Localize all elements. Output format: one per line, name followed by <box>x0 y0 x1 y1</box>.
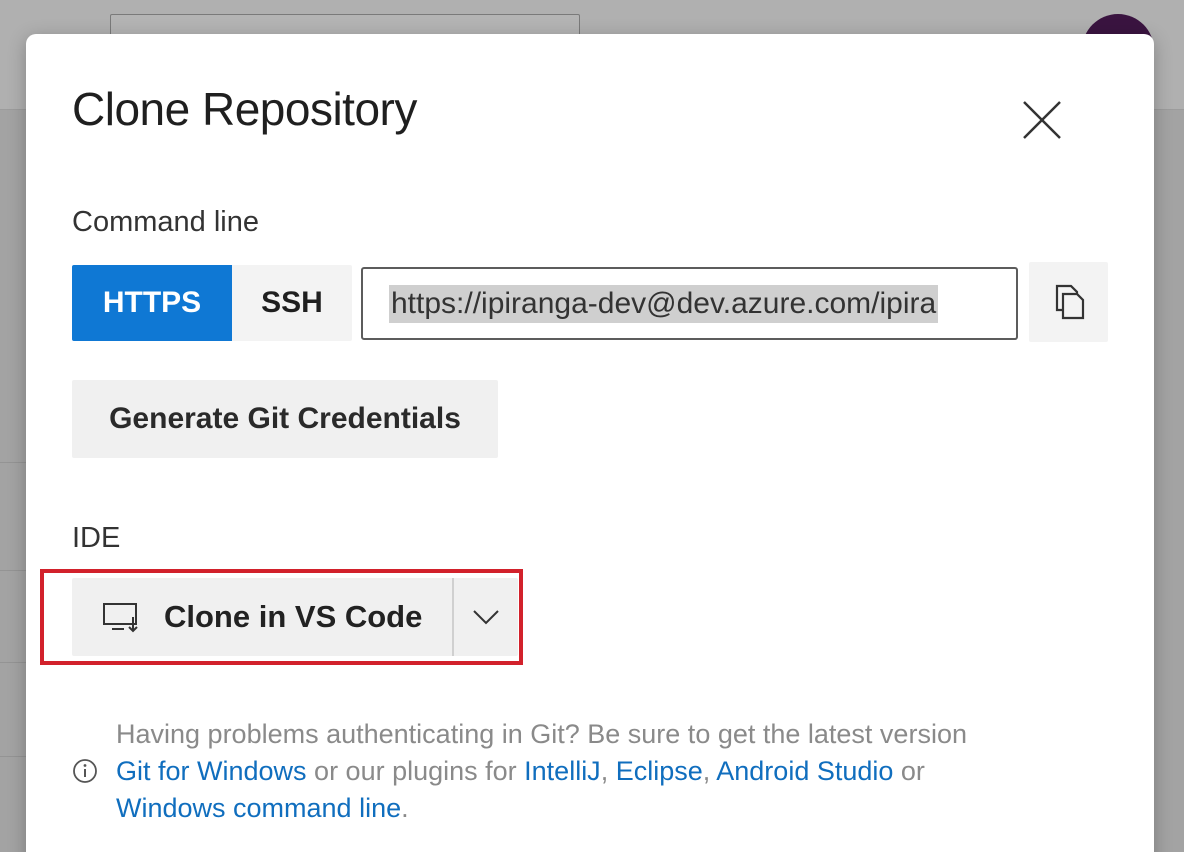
intellij-link[interactable]: IntelliJ <box>524 756 601 786</box>
copy-url-button[interactable] <box>1029 262 1108 342</box>
git-for-windows-link[interactable]: Git for Windows <box>116 756 307 786</box>
ide-label: IDE <box>72 522 121 554</box>
help-text: . <box>401 793 409 823</box>
help-text-line1: Having problems authenticating in Git? B… <box>116 719 967 749</box>
git-help-text: Having problems authenticating in Git? B… <box>116 716 1076 827</box>
generate-git-credentials-button[interactable]: Generate Git Credentials <box>72 380 498 458</box>
help-text: , <box>702 756 717 786</box>
ssh-toggle-button[interactable]: SSH <box>232 265 352 341</box>
https-toggle-button[interactable]: HTTPS <box>72 265 232 341</box>
copy-icon <box>1055 284 1084 320</box>
windows-command-line-link[interactable]: Windows command line <box>116 793 401 823</box>
highlight-box <box>40 569 523 665</box>
command-line-label: Command line <box>72 206 259 238</box>
android-studio-link[interactable]: Android Studio <box>716 756 893 786</box>
dialog-title: Clone Repository <box>72 83 417 135</box>
eclipse-link[interactable]: Eclipse <box>616 756 703 786</box>
help-text: , <box>600 756 616 786</box>
close-icon <box>1023 101 1061 139</box>
info-icon <box>73 759 97 783</box>
clone-repository-dialog: Clone Repository Command line HTTPS SSH … <box>26 34 1154 852</box>
close-button[interactable] <box>1016 94 1068 146</box>
clone-url-field[interactable]: https://ipiranga-dev@dev.azure.com/ipira <box>361 267 1018 340</box>
help-text: or our plugins for <box>306 756 525 786</box>
help-text: or <box>893 756 925 786</box>
clone-url-text: https://ipiranga-dev@dev.azure.com/ipira <box>389 284 939 323</box>
